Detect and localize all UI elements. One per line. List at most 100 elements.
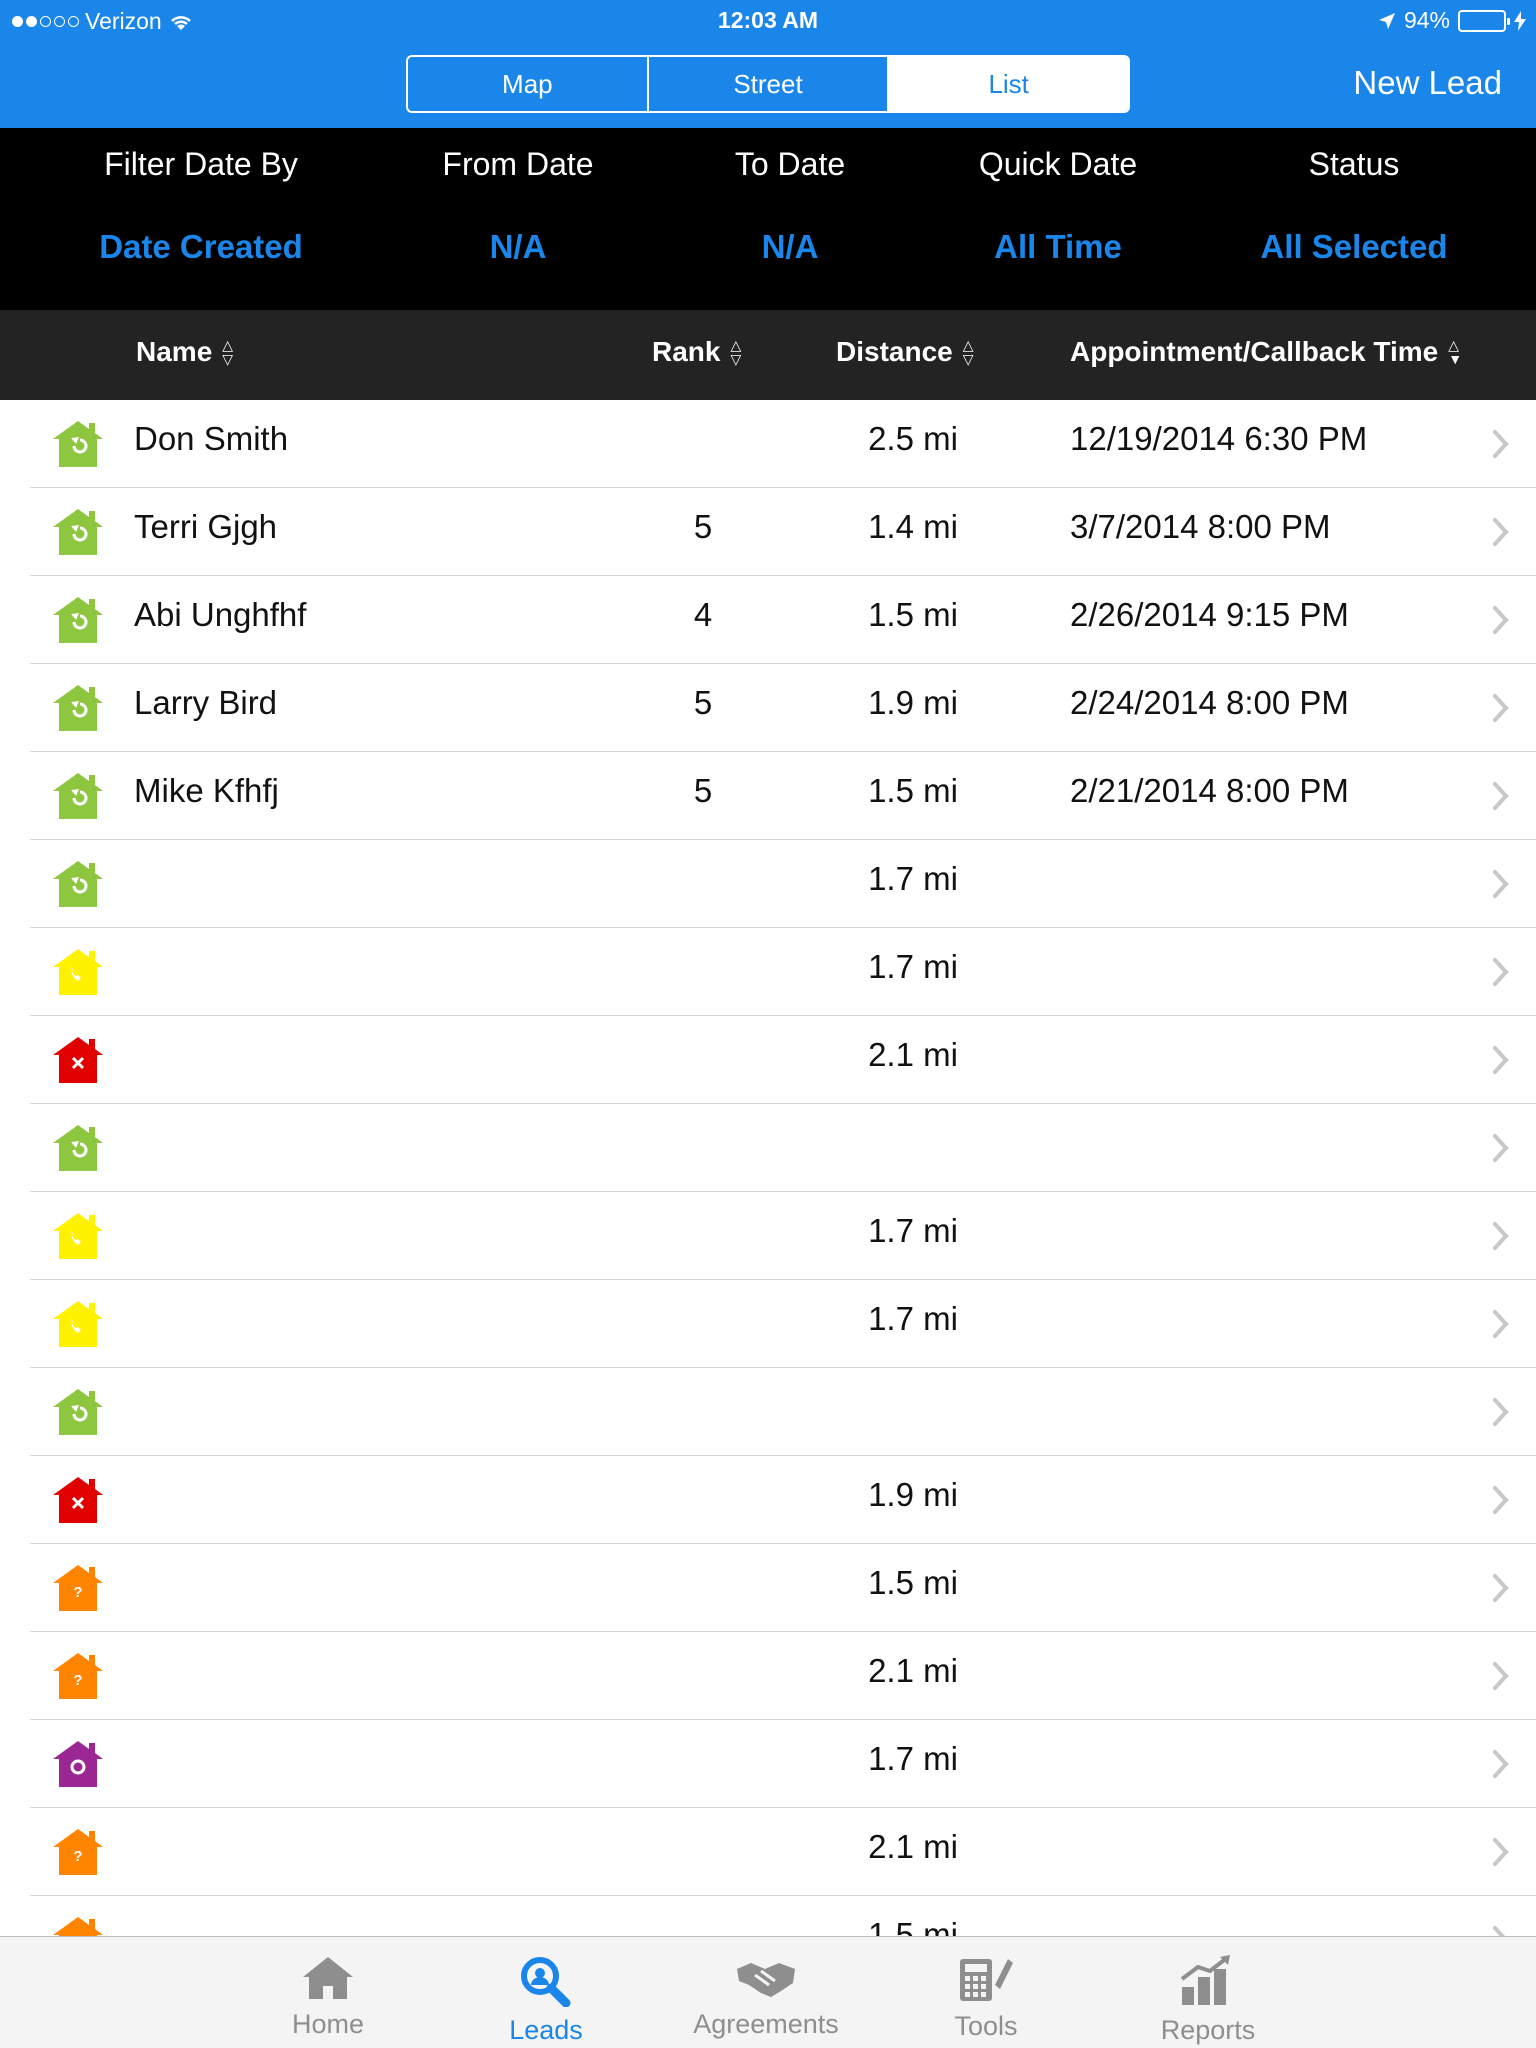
sort-arrows-icon: △ ▽ [222, 337, 234, 367]
chevron-right-icon [1493, 606, 1509, 634]
svg-text:?: ? [73, 1848, 82, 1865]
segment-street[interactable]: Street [649, 57, 890, 111]
chevron-right-icon [1493, 1750, 1509, 1778]
filter-to-date-value[interactable]: N/A [690, 228, 890, 266]
callback-house-icon [53, 773, 103, 819]
tab-leads[interactable]: Leads [456, 1937, 636, 2048]
chevron-right-icon [1493, 518, 1509, 546]
lead-name: Don Smith [134, 420, 289, 457]
rejected-house-icon [53, 1477, 103, 1523]
lead-rank: 4 [693, 596, 713, 633]
lead-row[interactable]: Terri Gjgh 5 1.4 mi 3/7/2014 8:00 PM [0, 488, 1536, 576]
lead-row[interactable] [0, 1104, 1536, 1192]
callback-house-icon [53, 685, 103, 731]
segment-map[interactable]: Map [408, 57, 649, 111]
circle-house-icon [53, 1741, 103, 1787]
lead-row[interactable]: 1.7 mi [0, 1720, 1536, 1808]
svg-text:?: ? [73, 1584, 82, 1601]
lead-distance: 1.7 mi [868, 948, 958, 985]
lead-row[interactable]: Mike Kfhfj 5 1.5 mi 2/21/2014 8:00 PM [0, 752, 1536, 840]
chevron-right-icon [1493, 782, 1509, 810]
lead-distance: 2.5 mi [868, 420, 958, 457]
column-header-name[interactable]: Name △ ▽ [136, 336, 233, 368]
filter-label: To Date [734, 146, 846, 182]
status-right: 94% [1378, 7, 1526, 34]
lead-row[interactable]: 1.7 mi [0, 1280, 1536, 1368]
lead-distance: 1.5 mi [868, 596, 958, 633]
chevron-right-icon [1493, 430, 1509, 458]
lead-appointment-time: 2/24/2014 8:00 PM [1070, 684, 1349, 721]
column-header-rank[interactable]: Rank △ ▽ [652, 336, 741, 368]
lead-row[interactable]: ? 1.5 mi [0, 1544, 1536, 1632]
lead-distance: 2.1 mi [868, 1828, 958, 1865]
filter-date-by-value[interactable]: Date Created [60, 228, 342, 266]
lead-distance: 1.7 mi [868, 860, 958, 897]
tab-home[interactable]: Home [238, 1937, 418, 2048]
phone-house-icon [53, 1301, 103, 1347]
filter-quick-date-value[interactable]: All Time [948, 228, 1168, 266]
tab-reports[interactable]: Reports [1118, 1937, 1298, 2048]
filter-from-date: From Date N/A [408, 128, 628, 310]
lead-appointment-time: 3/7/2014 8:00 PM [1070, 508, 1331, 545]
lead-distance: 1.9 mi [868, 1476, 958, 1513]
column-header-label: Distance [836, 336, 953, 367]
lead-appointment-time: 12/19/2014 6:30 PM [1070, 420, 1368, 457]
phone-house-icon [53, 949, 103, 995]
tab-label: Tools [954, 2011, 1018, 2041]
filter-status: Status All Selected [1224, 128, 1484, 310]
filter-from-date-value[interactable]: N/A [408, 228, 628, 266]
search-icon [521, 1957, 571, 2007]
tab-label: Agreements [693, 2009, 839, 2039]
view-mode-segmented-control: Map Street List [406, 55, 1130, 113]
column-header-label: Rank [652, 336, 721, 367]
segment-list[interactable]: List [889, 57, 1128, 111]
navigation-bar: Verizon 12:03 AM 94% Map Street List New… [0, 0, 1536, 128]
chevron-right-icon [1493, 1486, 1509, 1514]
filter-label: From Date [442, 146, 594, 182]
lead-row[interactable]: 1.7 mi [0, 840, 1536, 928]
chevron-right-icon [1493, 1222, 1509, 1250]
filter-label: Status [1308, 146, 1400, 182]
lead-appointment-time: 2/21/2014 8:00 PM [1070, 772, 1349, 809]
lead-row[interactable]: 1.7 mi [0, 1192, 1536, 1280]
filter-label: Quick Date [978, 146, 1138, 182]
lead-distance: 1.7 mi [868, 1740, 958, 1777]
filter-status-value[interactable]: All Selected [1224, 228, 1484, 266]
lead-distance: 2.1 mi [868, 1036, 958, 1073]
callback-house-icon [53, 1389, 103, 1435]
column-header-appointment[interactable]: Appointment/Callback Time △ ▼ [1070, 336, 1462, 368]
tab-tools[interactable]: Tools [896, 1937, 1076, 2048]
callback-house-icon [53, 421, 103, 467]
lead-distance: 1.9 mi [868, 684, 958, 721]
status-bar: Verizon 12:03 AM 94% [0, 0, 1536, 40]
table-header: Name △ ▽ Rank △ ▽ Distance △ ▽ Appointment/… [0, 310, 1536, 400]
lead-distance: 2.1 mi [868, 1652, 958, 1689]
tab-label: Home [291, 2009, 365, 2039]
tab-agreements[interactable]: Agreements [676, 1937, 856, 2048]
lead-row[interactable]: 2.1 mi [0, 1016, 1536, 1104]
svg-text:?: ? [73, 1672, 82, 1689]
lead-distance: 1.5 mi [868, 772, 958, 809]
column-header-distance[interactable]: Distance △ ▽ [836, 336, 974, 368]
lead-row[interactable]: Don Smith 2.5 mi 12/19/2014 6:30 PM [0, 400, 1536, 488]
leads-list: Don Smith 2.5 mi 12/19/2014 6:30 PM Terri G… [0, 400, 1536, 1936]
sort-arrows-icon: △ ▽ [730, 337, 742, 367]
tab-label: Reports [1160, 2015, 1256, 2045]
lead-row[interactable]: ? 2.1 mi [0, 1632, 1536, 1720]
home-icon [303, 1957, 353, 1999]
callback-house-icon [53, 509, 103, 555]
lead-row[interactable]: ? 1.5 mi [0, 1896, 1536, 1936]
unknown-house-icon: ? [53, 1565, 103, 1611]
lead-row[interactable]: Abi Unghfhf 4 1.5 mi 2/26/2014 9:15 PM [0, 576, 1536, 664]
new-lead-button[interactable]: New Lead [1353, 64, 1502, 102]
lead-row[interactable] [0, 1368, 1536, 1456]
lead-row[interactable]: ? 2.1 mi [0, 1808, 1536, 1896]
rejected-house-icon [53, 1037, 103, 1083]
lead-distance: 1.4 mi [868, 508, 958, 545]
lead-row[interactable]: 1.9 mi [0, 1456, 1536, 1544]
lead-row[interactable]: Larry Bird 5 1.9 mi 2/24/2014 8:00 PM [0, 664, 1536, 752]
lead-row[interactable]: 1.7 mi [0, 928, 1536, 1016]
filter-quick-date: Quick Date All Time [948, 128, 1168, 310]
lead-name: Larry Bird [134, 684, 278, 721]
chevron-right-icon [1493, 1574, 1509, 1602]
